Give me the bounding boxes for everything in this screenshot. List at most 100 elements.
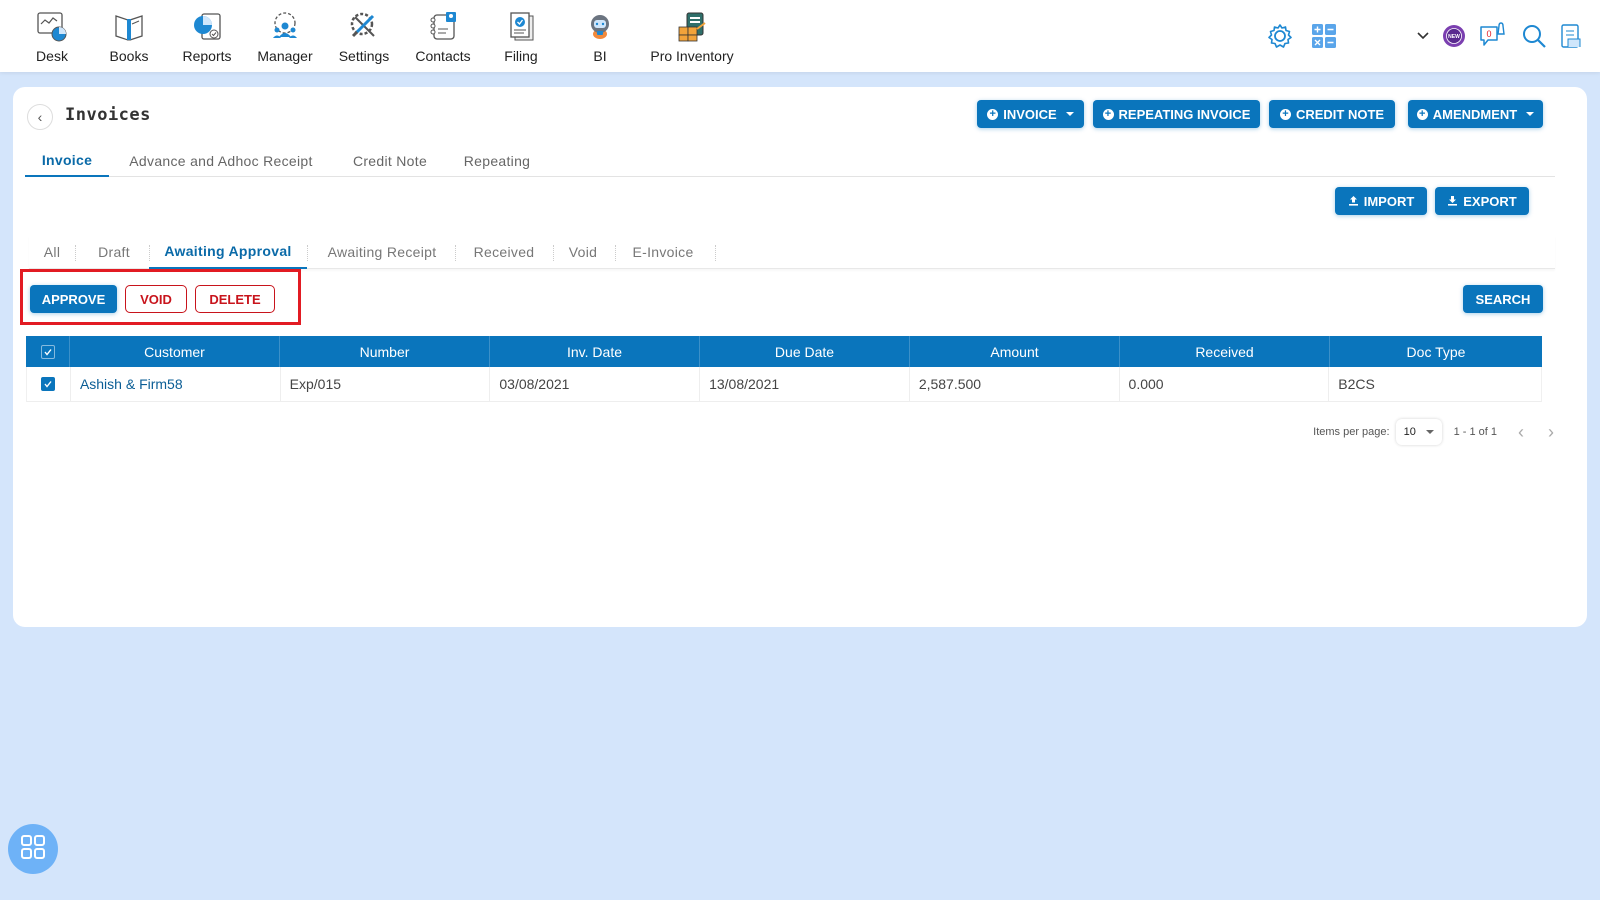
new-invoice-button[interactable]: + INVOICE (977, 100, 1084, 128)
approve-button[interactable]: APPROVE (30, 285, 117, 313)
tab-draft[interactable]: Draft (83, 235, 145, 269)
nav-bi[interactable]: BI (580, 6, 620, 64)
dropdown-arrow-icon (1425, 430, 1434, 434)
apps-grid-button[interactable] (8, 824, 58, 874)
desk-icon (32, 6, 72, 46)
row-checkbox[interactable] (41, 377, 56, 391)
tab-awaiting-receipt[interactable]: Awaiting Receipt (311, 235, 453, 269)
status-tabs: All Draft Awaiting Approval Awaiting Rec… (29, 235, 1555, 269)
export-button[interactable]: EXPORT (1435, 187, 1529, 215)
nav-books[interactable]: Books (109, 6, 149, 64)
select-all-checkbox[interactable] (40, 344, 55, 359)
column-header-received[interactable]: Received (1120, 336, 1330, 367)
items-per-page-select[interactable]: 10 (1396, 419, 1442, 445)
row-select-cell (27, 367, 71, 401)
calculator-icon[interactable] (1306, 14, 1342, 58)
void-button[interactable]: VOID (125, 285, 187, 313)
new-invoice-label: INVOICE (1003, 106, 1057, 122)
nav-settings[interactable]: Settings (339, 6, 389, 64)
reports-icon (187, 6, 227, 46)
tab-separator (615, 245, 616, 261)
bi-robot-icon (580, 6, 620, 46)
download-icon (1447, 194, 1458, 209)
tab-separator (715, 245, 716, 261)
document-type-tabs: Invoice Advance and Adhoc Receipt Credit… (25, 145, 1555, 177)
nav-settings-label: Settings (338, 48, 390, 64)
nav-desk[interactable]: Desk (32, 6, 72, 64)
back-button[interactable]: ‹ (27, 104, 53, 130)
nav-reports[interactable]: Reports (182, 6, 232, 64)
page-title: Invoices (65, 105, 151, 125)
cell-doc-type: B2CS (1338, 376, 1375, 392)
tab-separator (553, 245, 554, 261)
nav-contacts[interactable]: Contacts (415, 6, 471, 64)
credit-note-button[interactable]: + CREDIT NOTE (1269, 100, 1395, 128)
grid-icon (20, 834, 46, 865)
notification-count: 0 (1486, 29, 1491, 39)
tab-awaiting-approval[interactable]: Awaiting Approval (149, 235, 307, 269)
nav-filing-label: Filing (504, 48, 538, 64)
nav-manager[interactable]: Manager (257, 6, 313, 64)
page-range: 1 - 1 of 1 (1453, 426, 1497, 438)
nav-filing[interactable]: Filing (501, 6, 541, 64)
tab-received[interactable]: Received (457, 235, 551, 269)
notification-icon[interactable]: 0 (1478, 14, 1510, 58)
new-badge-icon[interactable]: NEW (1440, 14, 1468, 58)
import-label: IMPORT (1363, 193, 1415, 209)
items-per-page-label: Items per page: (1313, 426, 1390, 438)
plus-circle-icon: + (1279, 108, 1291, 120)
top-navigation: Desk Books Reports Manager Settings Cont… (0, 0, 1600, 72)
tab-repeating[interactable]: Repeating (455, 145, 539, 176)
tab-separator (455, 245, 456, 261)
chevron-down-icon[interactable] (1413, 14, 1433, 58)
tab-e-invoice[interactable]: E-Invoice (617, 235, 709, 269)
tab-credit-note[interactable]: Credit Note (343, 145, 437, 176)
column-header-number[interactable]: Number (280, 336, 490, 367)
column-header-inv-date[interactable]: Inv. Date (490, 336, 700, 367)
cell-number: Exp/015 (281, 367, 491, 401)
search-icon[interactable] (1518, 14, 1550, 58)
column-header-amount[interactable]: Amount (910, 336, 1120, 367)
amendment-button[interactable]: + AMENDMENT (1408, 100, 1543, 128)
next-page-button[interactable]: › (1545, 422, 1557, 443)
table-header: Customer Number Inv. Date Due Date Amoun… (26, 336, 1542, 367)
filing-icon (501, 6, 541, 46)
export-label: EXPORT (1463, 193, 1517, 209)
import-button[interactable]: IMPORT (1335, 187, 1427, 215)
repeating-invoice-button[interactable]: + REPEATING INVOICE (1093, 100, 1260, 128)
cell-inv-date: 03/08/2021 (490, 367, 701, 401)
cell-amount: 2,587.500 (910, 367, 1120, 401)
gear-icon[interactable] (1262, 14, 1298, 58)
chevron-left-icon: ‹ (37, 109, 43, 125)
caret-down-icon (1526, 112, 1535, 116)
paginator: Items per page: 10 1 - 1 of 1 ‹ › (1313, 417, 1557, 447)
new-badge-text: NEW (1448, 34, 1460, 40)
column-header-customer[interactable]: Customer (70, 336, 280, 367)
cell-received: 0.000 (1120, 367, 1330, 401)
tab-void[interactable]: Void (555, 235, 611, 269)
credit-note-label: CREDIT NOTE (1295, 106, 1385, 122)
tab-separator (307, 245, 308, 261)
plus-circle-icon: + (987, 108, 999, 120)
nav-manager-label: Manager (257, 48, 313, 64)
column-header-doc-type[interactable]: Doc Type (1330, 336, 1542, 367)
nav-pro-inventory[interactable]: Pro Inventory (650, 6, 734, 64)
nav-reports-label: Reports (182, 48, 232, 64)
tab-invoice[interactable]: Invoice (25, 145, 109, 177)
previous-page-button[interactable]: ‹ (1515, 422, 1527, 443)
tab-all[interactable]: All (29, 235, 75, 269)
contacts-icon (423, 6, 463, 46)
customer-link[interactable]: Ashish & Firm58 (80, 376, 183, 392)
search-button[interactable]: SEARCH (1463, 285, 1543, 313)
nav-pro-inventory-label: Pro Inventory (650, 48, 734, 64)
delete-button[interactable]: DELETE (195, 285, 275, 313)
items-per-page-value: 10 (1403, 426, 1416, 438)
tab-advance-adhoc-receipt[interactable]: Advance and Adhoc Receipt (121, 145, 321, 176)
manager-icon (265, 6, 305, 46)
books-icon (109, 6, 149, 46)
nav-bi-label: BI (593, 48, 607, 64)
document-icon[interactable] (1556, 14, 1586, 58)
table-row[interactable]: Ashish & Firm58 Exp/015 03/08/2021 13/08… (26, 367, 1542, 402)
column-header-due-date[interactable]: Due Date (700, 336, 910, 367)
cell-due-date: 13/08/2021 (700, 367, 910, 401)
